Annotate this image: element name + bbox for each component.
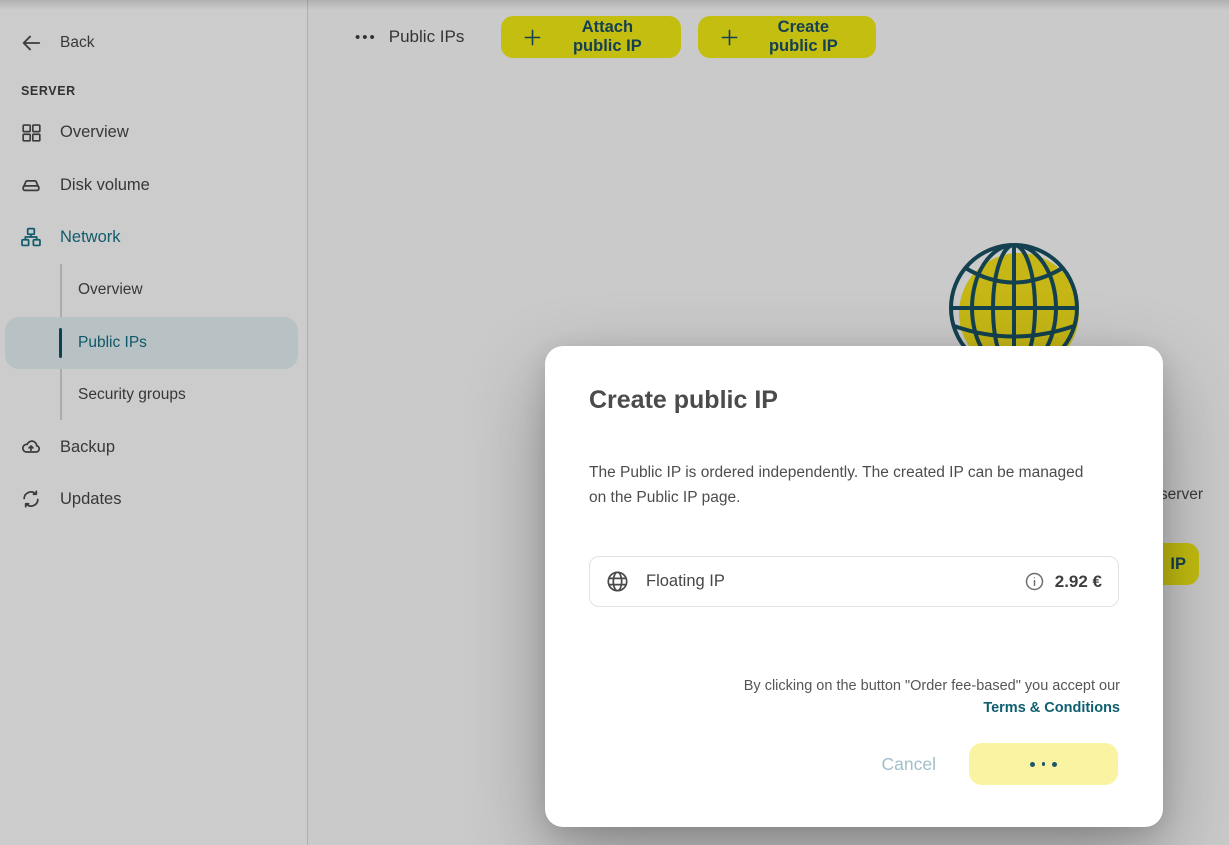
floating-ip-option-row: Floating IP 2.92 € (589, 556, 1119, 607)
price-value: 2.92 € (1055, 572, 1102, 592)
terms-text: By clicking on the button "Order fee-bas… (744, 678, 1120, 694)
loading-dot (1030, 762, 1035, 767)
app-window: Back SERVER Overview Disk volume Netw (0, 0, 1229, 845)
loading-dot (1052, 762, 1057, 767)
loading-dot (1042, 762, 1046, 766)
dialog-title: Create public IP (589, 386, 778, 415)
terms-notice: By clicking on the button "Order fee-bas… (690, 676, 1120, 719)
create-public-ip-dialog: Create public IP The Public IP is ordere… (545, 346, 1163, 827)
cancel-button[interactable]: Cancel (882, 754, 936, 775)
order-button-loading[interactable] (969, 743, 1118, 785)
terms-conditions-link[interactable]: Terms & Conditions (983, 698, 1120, 719)
globe-icon (606, 570, 629, 593)
option-label: Floating IP (646, 572, 725, 591)
dialog-description: The Public IP is ordered independently. … (589, 461, 1097, 510)
dialog-actions: Cancel (882, 743, 1118, 785)
info-icon[interactable] (1025, 572, 1044, 591)
